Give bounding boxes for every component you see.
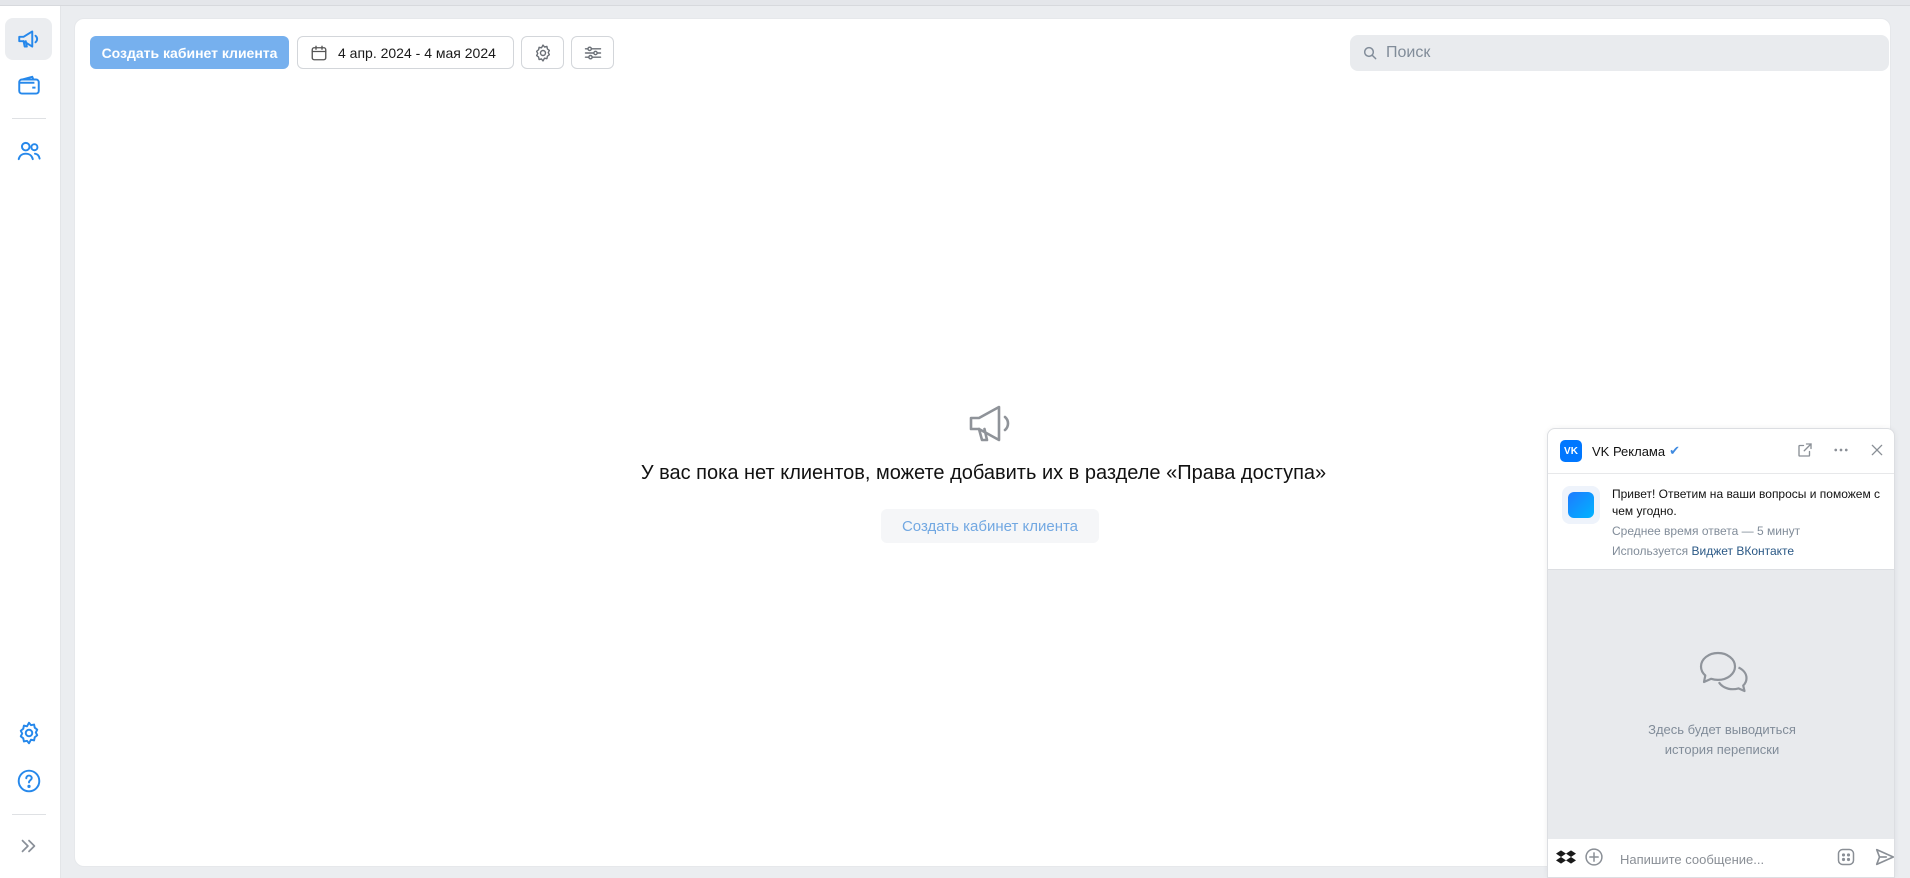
date-range-picker[interactable]: 4 апр. 2024 - 4 мая 2024 — [297, 36, 514, 69]
megaphone-icon — [969, 405, 1010, 442]
sticker-icon[interactable] — [1836, 847, 1856, 872]
gear-icon — [535, 43, 550, 62]
create-client-button[interactable]: Создать кабинет клиента — [90, 36, 289, 69]
more-icon[interactable] — [1830, 439, 1852, 461]
chat-history: Здесь будет выводиться история переписки — [1548, 569, 1894, 839]
sidebar-item-settings[interactable] — [5, 712, 52, 754]
powered-prefix: Используется — [1612, 544, 1689, 558]
open-external-icon[interactable] — [1794, 439, 1816, 461]
chat-input-row — [1548, 839, 1894, 877]
vk-logo: VK — [1560, 440, 1582, 462]
send-icon[interactable] — [1874, 846, 1894, 873]
attach-icon[interactable] — [1584, 847, 1604, 872]
chat-response-time: Среднее время ответа — 5 минут — [1612, 524, 1801, 538]
gear-icon — [19, 721, 38, 745]
chat-greeting: Привет! Ответим на ваши вопросы и поможе… — [1612, 487, 1881, 518]
sidebar-item-users[interactable] — [5, 130, 52, 172]
settings-button[interactable] — [521, 36, 564, 69]
chat-powered-by: Используется Виджет ВКонтакте — [1612, 543, 1886, 560]
close-icon[interactable] — [1866, 439, 1888, 461]
chat-info: Привет! Ответим на ваши вопросы и поможе… — [1548, 473, 1894, 569]
users-icon — [17, 141, 41, 161]
chat-message-input[interactable] — [1620, 851, 1810, 867]
vk-widget-link[interactable]: Виджет ВКонтакте — [1692, 544, 1795, 558]
sidebar — [0, 6, 61, 878]
chat-empty-line1: Здесь будет выводиться — [1648, 722, 1796, 737]
chat-empty-line2: история переписки — [1664, 742, 1780, 757]
sidebar-item-wallet[interactable] — [5, 65, 52, 107]
chat-title: VK Реклама — [1592, 443, 1666, 459]
sidebar-item-help[interactable] — [5, 760, 52, 802]
search-icon — [1363, 46, 1377, 60]
chat-header: VK VK Реклама ✔ — [1548, 429, 1894, 473]
filter-button[interactable] — [571, 36, 614, 69]
top-strip — [0, 0, 1910, 6]
wallet-icon — [17, 75, 40, 95]
dropbox-icon[interactable] — [1556, 848, 1576, 871]
date-range-label: 4 апр. 2024 - 4 мая 2024 — [338, 44, 496, 61]
empty-state-create-button[interactable]: Создать кабинет клиента — [881, 509, 1099, 543]
calendar-icon — [311, 45, 327, 60]
chat-widget: VK VK Реклама ✔ Привет! Ответим на ваши … — [1547, 428, 1895, 878]
sidebar-divider — [12, 118, 46, 119]
sidebar-divider-bottom — [12, 814, 46, 815]
chat-avatar — [1562, 486, 1600, 524]
search-input[interactable] — [1386, 44, 1866, 62]
sliders-icon — [584, 45, 601, 60]
chat-empty-text: Здесь будет выводиться история переписки — [1548, 720, 1894, 760]
sidebar-item-campaigns[interactable] — [5, 18, 52, 60]
help-icon — [17, 769, 40, 793]
chat-bubbles-icon — [1699, 651, 1748, 693]
sidebar-expand-button[interactable] — [5, 825, 52, 867]
search-box[interactable] — [1350, 35, 1889, 71]
expand-icon — [21, 839, 35, 853]
megaphone-icon — [17, 30, 38, 48]
verified-icon: ✔ — [1669, 443, 1681, 458]
